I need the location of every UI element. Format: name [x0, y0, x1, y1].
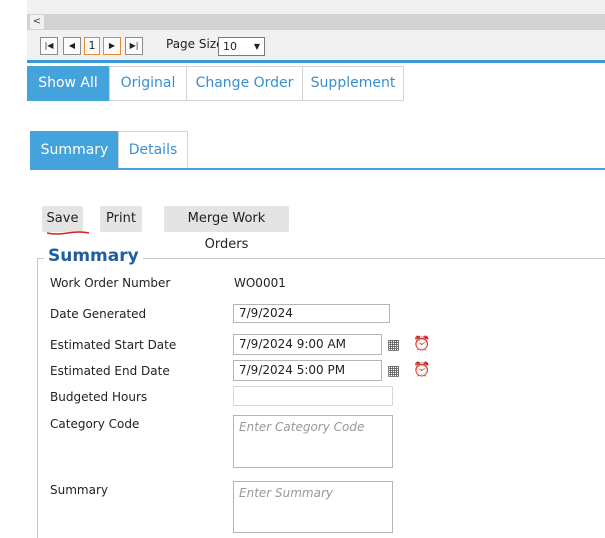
est-start-field[interactable]: 7/9/2024 9:00 AM	[233, 334, 382, 355]
work-order-number-label: Work Order Number	[50, 276, 171, 290]
est-start-label: Estimated Start Date	[50, 338, 177, 352]
category-code-field[interactable]: Enter Category Code	[233, 415, 393, 468]
est-end-field[interactable]: 7/9/2024 5:00 PM	[233, 360, 382, 381]
work-order-number-value: WO0001	[234, 276, 286, 290]
budgeted-hours-field[interactable]	[233, 386, 393, 406]
prev-page-button[interactable]: ◀	[63, 37, 81, 55]
page-size-label: Page Size	[166, 37, 224, 51]
tab-change-order[interactable]: Change Order	[186, 66, 303, 101]
tab-details[interactable]: Details	[118, 131, 188, 169]
scroll-left-icon[interactable]: <	[30, 15, 44, 29]
budgeted-hours-label: Budgeted Hours	[50, 390, 148, 404]
category-code-label: Category Code	[50, 417, 140, 431]
merge-work-orders-button[interactable]: Merge Work Orders	[164, 206, 289, 252]
clock-icon[interactable]: ⏰	[413, 337, 430, 351]
tab-show-all[interactable]: Show All	[27, 66, 109, 101]
current-page-number[interactable]: 1	[84, 37, 100, 55]
fieldset-legend: Summary	[44, 246, 143, 266]
calendar-icon[interactable]: ▦	[387, 338, 400, 352]
last-page-button[interactable]: ▶|	[125, 37, 143, 55]
date-generated-field[interactable]: 7/9/2024	[233, 304, 390, 323]
date-generated-label: Date Generated	[50, 307, 147, 321]
summary-label: Summary	[50, 483, 108, 497]
next-page-button[interactable]: ▶	[103, 37, 121, 55]
tab-summary[interactable]: Summary	[30, 131, 119, 169]
save-underline-mark	[46, 231, 90, 235]
page-size-value: 10	[223, 40, 237, 53]
est-end-label: Estimated End Date	[50, 364, 170, 378]
tab-supplement[interactable]: Supplement	[302, 66, 404, 101]
summary-field[interactable]: Enter Summary	[233, 481, 393, 533]
tab-original[interactable]: Original	[109, 66, 187, 101]
page-size-select[interactable]: 10 ▼	[218, 37, 265, 56]
chevron-down-icon: ▼	[253, 42, 260, 51]
tab-underline	[30, 168, 605, 170]
pager-divider	[27, 60, 605, 63]
clock-icon[interactable]: ⏰	[413, 363, 430, 377]
horizontal-scrollbar[interactable]	[27, 14, 605, 30]
print-button[interactable]: Print	[100, 206, 142, 232]
first-page-button[interactable]: |◀	[40, 37, 58, 55]
calendar-icon[interactable]: ▦	[387, 364, 400, 378]
